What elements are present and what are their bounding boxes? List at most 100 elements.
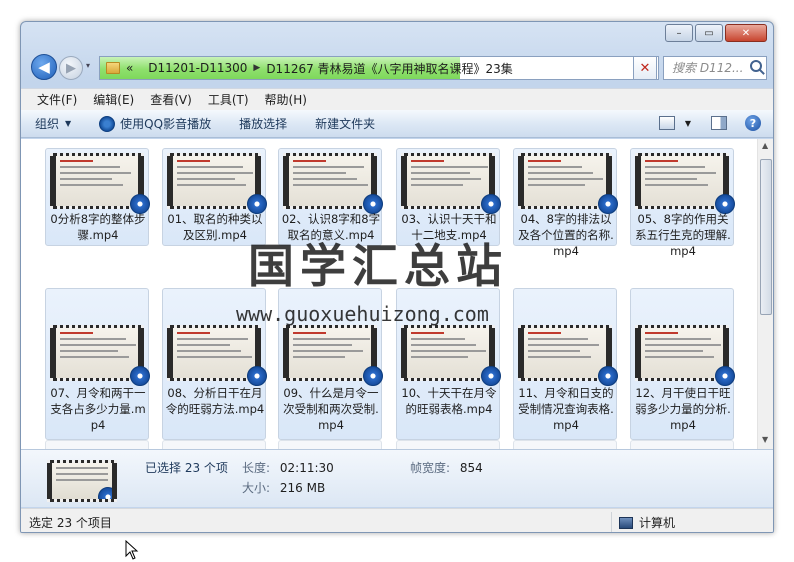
command-bar-right: ▼ ? (658, 115, 761, 131)
search-input[interactable]: 搜索 D112... (663, 56, 767, 80)
qq-player-icon (715, 366, 735, 386)
thumbnail-line (177, 332, 210, 334)
thumbnail-frame (407, 328, 489, 378)
play-with-qq-button[interactable]: 使用QQ影音播放 (99, 115, 211, 132)
thumbnail-line (411, 356, 469, 358)
size-row: 大小: 216 MB (242, 479, 325, 496)
caption-buttons: – ▭ ✕ (663, 24, 767, 42)
scroll-down-icon[interactable]: ▼ (762, 435, 768, 444)
file-name: 09、什么是月令一次受制和两次受制.mp4 (283, 386, 379, 432)
video-thumbnail (401, 325, 501, 386)
menu-edit[interactable]: 编辑(E) (93, 91, 134, 108)
scroll-thumb[interactable] (760, 159, 772, 315)
thumbnail-line (293, 332, 326, 334)
thumbnail-line (411, 338, 466, 340)
thumbnail-line (293, 178, 357, 180)
chevron-down-icon[interactable]: ▼ (685, 119, 691, 128)
breadcrumb-item-parent[interactable]: D11201-D11300 (148, 61, 247, 75)
file-name: 07、月令和两干一支各占多少力量.mp4 (50, 386, 146, 432)
menu-file[interactable]: 文件(F) (37, 91, 77, 108)
thumbnail-line (293, 350, 363, 352)
thumbnail-line (645, 172, 716, 174)
minimize-button[interactable]: – (665, 24, 693, 42)
thumbnail-line (411, 344, 476, 346)
file-tile-partial[interactable] (278, 440, 382, 449)
file-tile[interactable]: 07、月令和两干一支各占多少力量.mp4 (45, 288, 150, 440)
status-selection: 选定 23 个项目 (29, 516, 112, 530)
vertical-scrollbar[interactable]: ▲ ▼ (757, 139, 773, 449)
stop-button[interactable]: ✕ (633, 56, 657, 80)
status-location: 计算机 (619, 514, 675, 531)
thumbnail-line (60, 178, 113, 180)
thumbnail-line (60, 332, 93, 334)
menu-view[interactable]: 查看(V) (150, 91, 192, 108)
status-location-label: 计算机 (639, 516, 676, 530)
thumbnail-frame (524, 156, 606, 206)
framewidth-key: 帧宽度: (410, 461, 451, 475)
video-thumbnail (50, 153, 150, 214)
new-folder-button[interactable]: 新建文件夹 (315, 115, 375, 132)
framewidth-row: 帧宽度: 854 (410, 459, 483, 476)
menu-help[interactable]: 帮助(H) (265, 91, 307, 108)
video-thumbnail (401, 153, 501, 214)
view-options-icon[interactable] (658, 116, 675, 130)
thumbnail-line (411, 332, 444, 334)
breadcrumb-item-current[interactable]: D11267 青林易道《八字用神取名课程》23集 (266, 60, 513, 77)
thumbnail-line (411, 172, 471, 174)
play-selection-button[interactable]: 播放选择 (239, 115, 287, 132)
thumbnail-line (60, 344, 137, 346)
length-value: 02:11:30 (279, 461, 334, 475)
chevron-right-icon[interactable] (139, 63, 142, 73)
thumbnail-line (60, 160, 93, 162)
thumbnail-line (60, 172, 131, 174)
recent-pages-dropdown[interactable]: ▾ (86, 61, 90, 70)
preview-pane-icon[interactable] (711, 116, 727, 130)
folder-icon (106, 62, 120, 74)
thumbnail-frame (524, 328, 606, 378)
file-tile-partial[interactable] (396, 440, 500, 449)
breadcrumb-overflow[interactable]: « (126, 61, 133, 75)
help-icon[interactable]: ? (745, 115, 761, 131)
forward-button[interactable]: ▶ (59, 56, 83, 80)
close-button[interactable]: ✕ (725, 24, 767, 42)
address-bar[interactable]: « D11201-D11300 ▶ D11267 青林易道《八字用神取名课程》2… (99, 56, 659, 80)
video-thumbnail (635, 325, 735, 386)
video-thumbnail (518, 153, 618, 214)
file-tile-partial[interactable] (45, 440, 149, 449)
chevron-right-icon[interactable]: ▶ (253, 63, 260, 73)
file-tile[interactable]: 12、月干使日干旺弱多少力量的分析.mp4 (630, 288, 735, 440)
thumbnail-line (60, 356, 129, 358)
video-thumbnail (283, 325, 383, 386)
file-tile-partial[interactable] (162, 440, 266, 449)
video-thumbnail (167, 153, 267, 214)
scroll-up-icon[interactable]: ▲ (762, 141, 768, 150)
file-tile[interactable]: 04、8字的排法以及各个位置的名称.mp4 (513, 148, 618, 258)
thumbnail-line (645, 338, 711, 340)
file-tile[interactable]: 0分析8字的整体步骤.mp4 (45, 148, 150, 246)
file-tile[interactable]: 11、月令和日支的受制情况查询表格.mp4 (513, 288, 618, 440)
back-button[interactable]: ◀ (31, 54, 57, 80)
thumbnail-line (177, 338, 249, 340)
organize-button[interactable]: 组织 ▼ (35, 115, 71, 132)
file-tile[interactable]: 05、8字的作用关系五行生克的理解.mp4 (630, 148, 735, 258)
details-thumbnail (47, 460, 117, 502)
status-divider (611, 512, 612, 532)
search-icon[interactable] (750, 60, 762, 72)
thumbnail-frame (641, 156, 723, 206)
thumbnail-line (293, 172, 347, 174)
thumbnail-line (528, 178, 604, 180)
thumbnail-line (645, 332, 678, 334)
title-bar: – ▭ ✕ (21, 22, 773, 50)
file-name: 08、分析日干在月令的旺弱方法.mp4 (165, 386, 265, 416)
video-thumbnail (50, 325, 150, 386)
menu-bar: 文件(F) 编辑(E) 查看(V) 工具(T) 帮助(H) (21, 88, 773, 110)
thumbnail-line (177, 160, 210, 162)
menu-tools[interactable]: 工具(T) (208, 91, 249, 108)
thumbnail-line (177, 356, 252, 358)
framewidth-value: 854 (459, 461, 483, 475)
file-tile-partial[interactable] (630, 440, 734, 449)
maximize-button[interactable]: ▭ (695, 24, 723, 42)
file-name: 04、8字的排法以及各个位置的名称.mp4 (518, 212, 614, 258)
qq-player-icon (247, 366, 267, 386)
file-tile-partial[interactable] (513, 440, 617, 449)
